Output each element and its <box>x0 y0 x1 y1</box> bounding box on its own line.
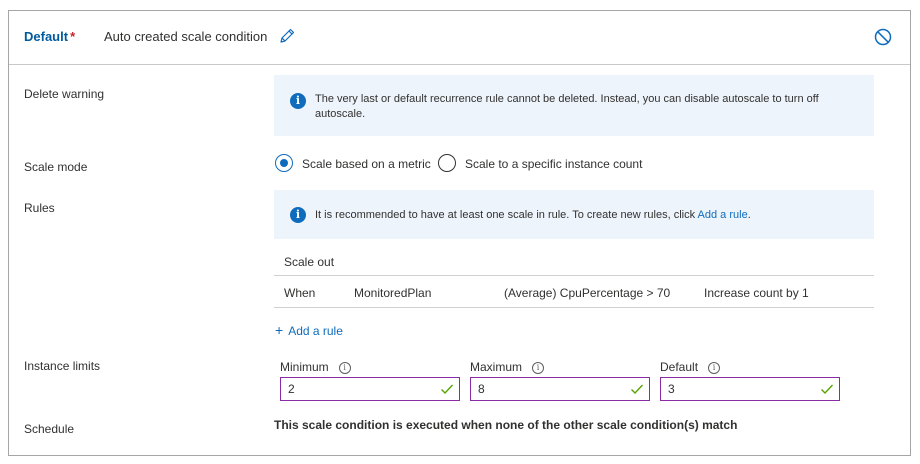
minimum-label: Minimum i <box>280 360 351 374</box>
default-label-text: Default <box>660 360 699 374</box>
default-field[interactable] <box>660 377 840 401</box>
delete-warning-label: Delete warning <box>24 87 105 101</box>
table-divider <box>274 275 874 276</box>
rules-table: Scale out When MonitoredPlan (Average) C… <box>274 251 874 308</box>
plus-icon: + <box>275 322 284 338</box>
maximum-label-text: Maximum <box>470 360 523 374</box>
rule-action: Increase count by 1 <box>704 286 809 300</box>
rule-metric-link[interactable]: (Average) CpuPercentage > 70 <box>504 286 670 300</box>
minimum-input[interactable] <box>281 378 421 400</box>
schedule-label: Schedule <box>24 422 75 436</box>
minimum-field[interactable] <box>280 377 460 401</box>
schedule-text: This scale condition is executed when no… <box>274 418 738 432</box>
rule-when: When <box>284 286 316 300</box>
default-label: Default i <box>660 360 721 374</box>
maximum-field[interactable] <box>470 377 650 401</box>
scale-condition-panel: Default * Auto created scale condition De… <box>8 10 911 456</box>
radio-label-metric[interactable]: Scale based on a metric <box>302 157 431 171</box>
rule-resource: MonitoredPlan <box>354 286 432 300</box>
condition-header: Default * Auto created scale condition <box>9 11 910 65</box>
default-condition-title: Default * <box>24 29 75 44</box>
rules-info-text: It is recommended to have at least one s… <box>315 208 856 223</box>
add-rule-label: Add a rule <box>288 324 343 338</box>
radio-label-specific-count[interactable]: Scale to a specific instance count <box>465 157 642 171</box>
delete-warning-infobar: i The very last or default recurrence ru… <box>274 75 874 136</box>
info-tooltip-icon[interactable]: i <box>532 362 545 374</box>
required-mark: * <box>70 29 76 44</box>
maximum-label: Maximum i <box>470 360 545 374</box>
rules-infobar: i It is recommended to have at least one… <box>274 190 874 239</box>
valid-check-icon <box>441 384 454 395</box>
add-rule-button[interactable]: + Add a rule <box>275 322 343 338</box>
info-icon: i <box>290 93 306 109</box>
valid-check-icon <box>821 384 834 395</box>
rules-info-message: It is recommended to have at least one s… <box>315 209 698 221</box>
instance-limits-label: Instance limits <box>24 359 101 373</box>
maximum-input[interactable] <box>471 378 611 400</box>
rules-label: Rules <box>24 201 55 215</box>
add-rule-inline-link[interactable]: Add a rule <box>698 209 748 221</box>
delete-warning-text: The very last or default recurrence rule… <box>315 93 819 120</box>
table-divider <box>274 307 874 308</box>
condition-name: Auto created scale condition <box>104 29 268 44</box>
info-tooltip-icon[interactable]: i <box>338 362 351 374</box>
valid-check-icon <box>631 384 644 395</box>
radio-scale-based-on-metric[interactable] <box>275 154 293 172</box>
default-input[interactable] <box>661 378 801 400</box>
scale-out-header: Scale out <box>284 255 335 269</box>
scale-mode-label: Scale mode <box>24 160 88 174</box>
default-label: Default <box>24 29 69 44</box>
disable-condition-icon[interactable] <box>873 27 893 47</box>
info-icon: i <box>290 207 306 223</box>
minimum-label-text: Minimum <box>280 360 329 374</box>
radio-scale-specific-count[interactable] <box>438 154 456 172</box>
info-tooltip-icon[interactable]: i <box>708 362 721 374</box>
rules-info-suffix: . <box>747 209 751 221</box>
edit-pencil-icon[interactable] <box>277 26 297 46</box>
